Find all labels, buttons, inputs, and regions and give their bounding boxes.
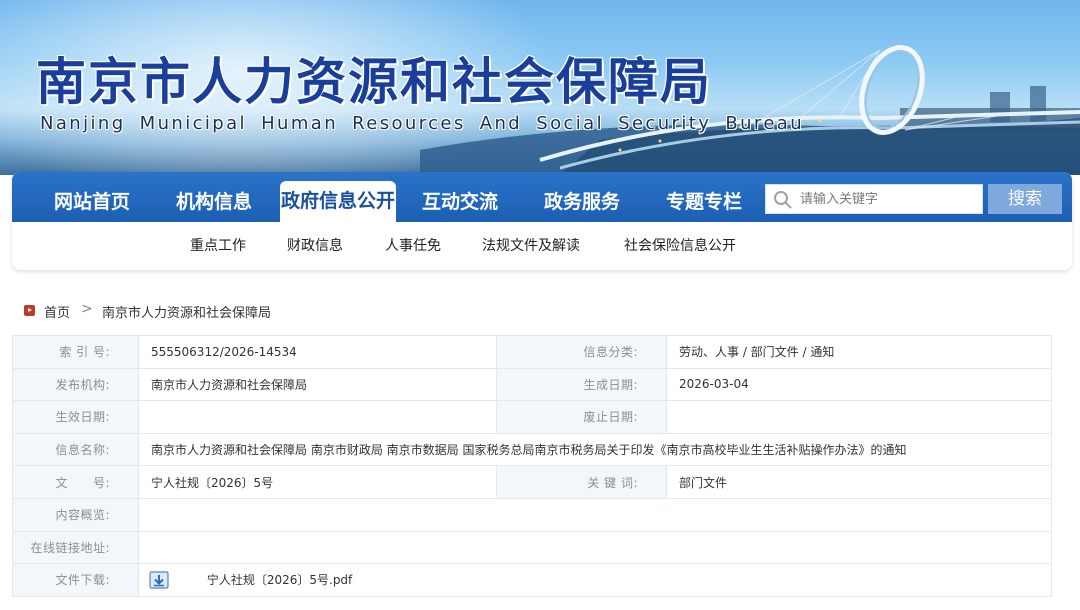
index-value: 555506312/2026-14534 — [138, 335, 497, 369]
summary-value — [138, 497, 1052, 532]
breadcrumb-current-link[interactable]: 南京市人力资源和社会保障局 — [102, 302, 271, 321]
site-banner: 南京市人力资源和社会保障局 Nanjing Municipal Human Re… — [0, 0, 1080, 175]
online-link-label: 在线链接地址: — [12, 530, 139, 565]
site-subtitle: Nanjing Municipal Human Resources And So… — [40, 113, 805, 134]
category-label: 信息分类: — [496, 335, 667, 369]
info-name-value: 南京市人力资源和社会保障局 南京市财政局 南京市数据局 国家税务总局南京市税务局… — [138, 432, 1052, 467]
home-icon — [24, 305, 35, 316]
online-link-value — [138, 530, 1052, 565]
site-title: 南京市人力资源和社会保障局 — [36, 52, 712, 111]
table-row: 发布机构: 南京市人力资源和社会保障局 生成日期: 2026-03-04 — [12, 367, 1052, 402]
subnav-item-financial-info[interactable]: 财政信息 — [287, 235, 343, 255]
download-file-link[interactable]: 宁人社规〔2026〕5号.pdf — [207, 573, 352, 587]
table-row: 信息名称: 南京市人力资源和社会保障局 南京市财政局 南京市数据局 国家税务总局… — [12, 432, 1052, 467]
subnav-item-regulations[interactable]: 法规文件及解读 — [482, 235, 580, 255]
download-label: 文件下载: — [12, 563, 139, 597]
subnav-item-social-insurance[interactable]: 社会保险信息公开 — [624, 235, 736, 255]
publisher-label: 发布机构: — [12, 367, 139, 402]
nav-item-interaction[interactable]: 互动交流 — [414, 172, 506, 222]
index-label: 索 引 号: — [12, 335, 139, 369]
doc-number-label: 文 号: — [12, 465, 139, 499]
navigation: 网站首页 机构信息 政府信息公开 互动交流 政务服务 专题专栏 搜索 重点工作 … — [12, 172, 1072, 270]
summary-label: 内容概览: — [12, 497, 139, 532]
doc-number-value: 宁人社规〔2026〕5号 — [138, 465, 497, 499]
subnav-item-key-work[interactable]: 重点工作 — [190, 235, 246, 255]
effective-date-value — [138, 400, 497, 434]
nav-item-gov-services[interactable]: 政务服务 — [536, 172, 628, 222]
category-value: 劳动、人事 / 部门文件 / 通知 — [666, 335, 1052, 369]
publisher-value: 南京市人力资源和社会保障局 — [138, 367, 497, 402]
table-row: 文件下载: 宁人社规〔2026〕5号.pdf — [12, 563, 1052, 597]
created-date-value: 2026-03-04 — [666, 367, 1052, 402]
table-row: 文 号: 宁人社规〔2026〕5号 关 键 词: 部门文件 — [12, 465, 1052, 499]
search-box — [765, 184, 983, 214]
nav-item-gov-info-disclosure[interactable]: 政府信息公开 — [280, 181, 396, 222]
download-cell: 宁人社规〔2026〕5号.pdf — [138, 563, 1052, 597]
breadcrumb-separator: > — [81, 301, 93, 317]
breadcrumb-home-link[interactable]: 首页 — [44, 302, 70, 321]
sub-nav-bar: 重点工作 财政信息 人事任免 法规文件及解读 社会保险信息公开 — [12, 222, 1072, 268]
search-icon — [774, 191, 792, 209]
document-info-table: 索 引 号: 555506312/2026-14534 信息分类: 劳动、人事 … — [12, 335, 1052, 597]
effective-date-label: 生效日期: — [12, 400, 139, 434]
nav-item-special-topics[interactable]: 专题专栏 — [658, 172, 750, 222]
download-icon[interactable] — [149, 571, 169, 589]
table-row: 生效日期: 废止日期: — [12, 400, 1052, 434]
expired-date-label: 废止日期: — [496, 400, 667, 434]
expired-date-value — [666, 400, 1052, 434]
table-row: 在线链接地址: — [12, 530, 1052, 565]
table-row: 索 引 号: 555506312/2026-14534 信息分类: 劳动、人事 … — [12, 335, 1052, 369]
table-row: 内容概览: — [12, 497, 1052, 532]
info-name-label: 信息名称: — [12, 432, 139, 467]
search-input[interactable] — [800, 188, 976, 210]
search-button[interactable]: 搜索 — [988, 184, 1062, 214]
created-date-label: 生成日期: — [496, 367, 667, 402]
nav-item-home[interactable]: 网站首页 — [46, 172, 138, 222]
main-nav-bar: 网站首页 机构信息 政府信息公开 互动交流 政务服务 专题专栏 搜索 — [12, 172, 1072, 222]
keywords-value: 部门文件 — [666, 465, 1052, 499]
subnav-item-personnel[interactable]: 人事任免 — [385, 235, 441, 255]
nav-item-organization[interactable]: 机构信息 — [168, 172, 260, 222]
keywords-label: 关 键 词: — [496, 465, 667, 499]
